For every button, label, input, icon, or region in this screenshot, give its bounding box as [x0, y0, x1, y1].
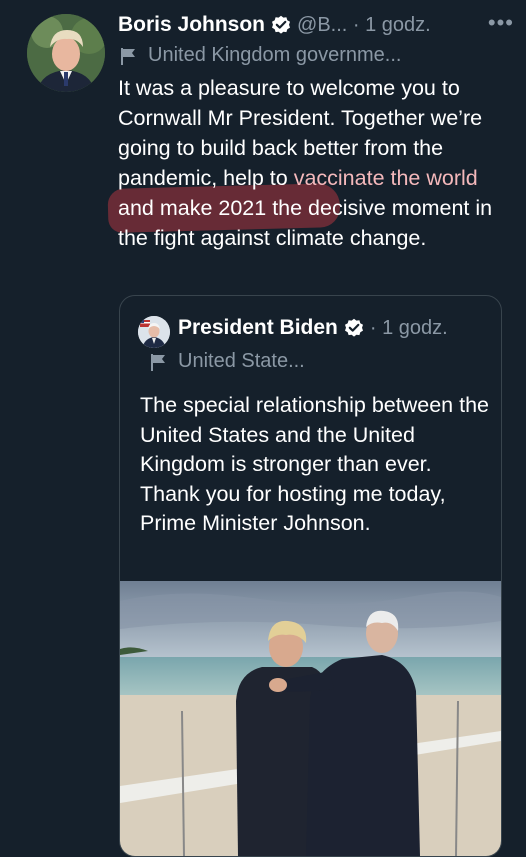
- quote-header: President Biden · 1 godz.: [178, 316, 448, 340]
- handle-time: @B... · 1 godz.: [297, 13, 431, 36]
- highlighted-text: vaccinate the world: [293, 166, 478, 190]
- quote-government-label[interactable]: United State...: [150, 350, 305, 373]
- quote-label-text: United State...: [178, 350, 305, 372]
- quote-text: The special relationship between the Uni…: [140, 393, 489, 535]
- quote-photo[interactable]: [120, 581, 501, 856]
- tweet-header: Boris Johnson @B... · 1 godz. •••: [118, 10, 518, 40]
- quote-avatar[interactable]: [138, 316, 170, 348]
- quoted-tweet[interactable]: President Biden · 1 godz. United State..…: [119, 295, 502, 857]
- government-label[interactable]: United Kingdom governme...: [120, 44, 401, 67]
- author-name[interactable]: Boris Johnson: [118, 13, 265, 37]
- label-text: United Kingdom governme...: [148, 44, 402, 66]
- tweet-text-part: and make 2021 the decisive moment in the…: [118, 196, 493, 250]
- verified-icon: [344, 318, 364, 338]
- verified-icon: [271, 15, 291, 35]
- avatar[interactable]: [27, 14, 105, 92]
- flag-icon: [120, 47, 136, 65]
- flag-icon: [150, 353, 166, 371]
- more-options-icon[interactable]: •••: [488, 10, 514, 36]
- quote-time: · 1 godz.: [369, 316, 448, 339]
- tweet-text: It was a pleasure to welcome you to Corn…: [118, 73, 513, 253]
- quote-author-name[interactable]: President Biden: [178, 316, 338, 340]
- tweet[interactable]: Boris Johnson @B... · 1 godz. ••• United…: [0, 0, 526, 857]
